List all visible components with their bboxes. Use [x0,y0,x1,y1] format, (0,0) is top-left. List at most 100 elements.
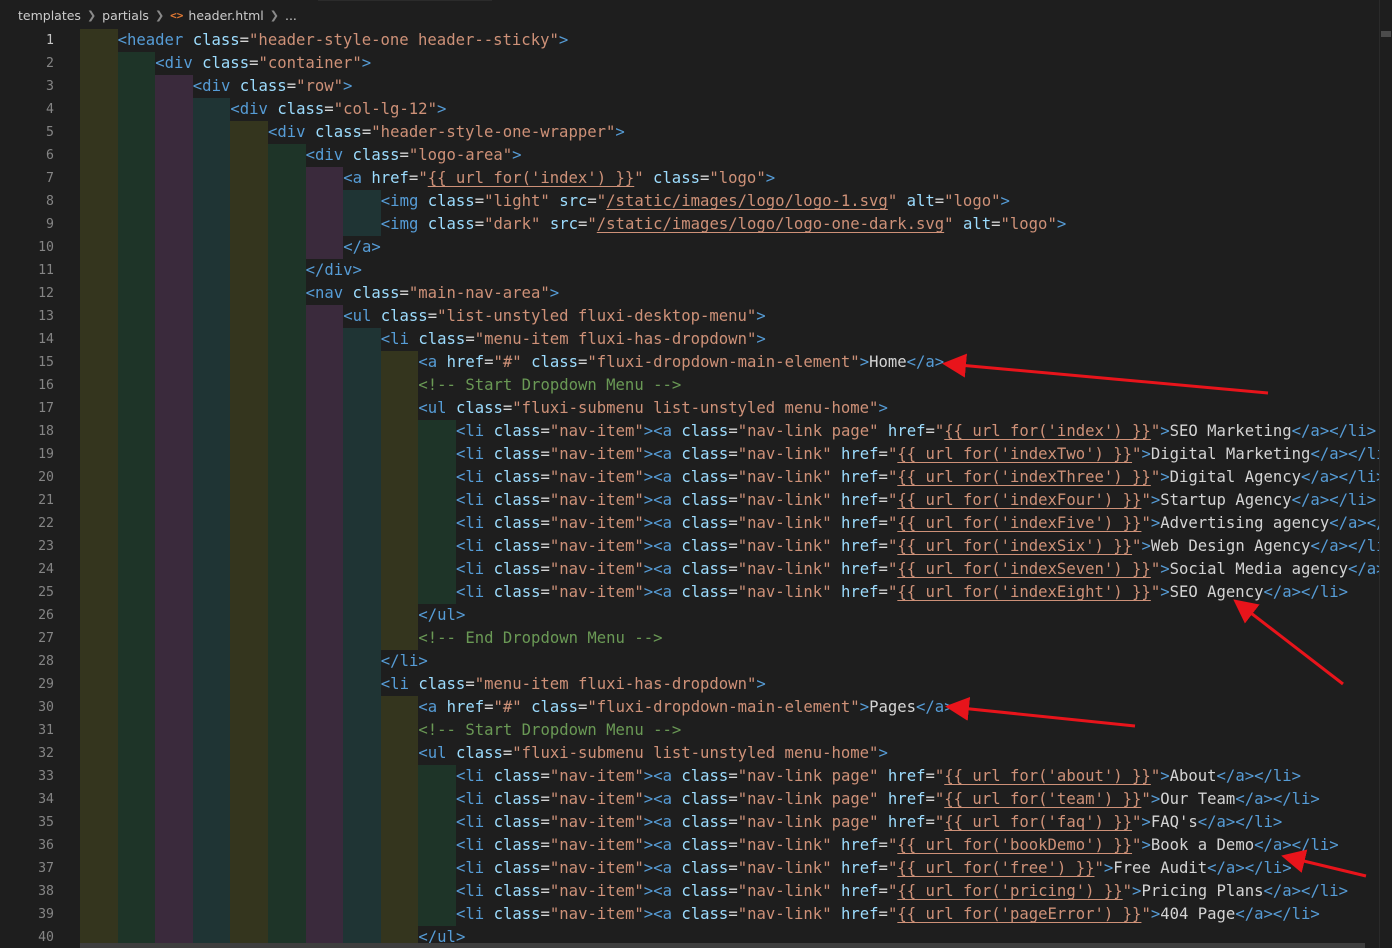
code-token: "nav-link" [737,514,832,532]
code-line[interactable]: <li class="nav-item"><a class="nav-link"… [456,489,1376,512]
code-line[interactable]: <img class="light" src="/static/images/l… [381,190,1010,213]
code-line[interactable]: <li class="nav-item"><a class="nav-link"… [456,558,1380,581]
line-number: 21 [38,493,54,508]
code-token: > [1141,813,1151,831]
code-token: = [399,284,409,302]
horizontal-scrollbar[interactable] [80,943,1365,948]
code-line[interactable]: <a href="{{ url_for('index') }}" class="… [343,167,775,190]
code-token: = [728,422,738,440]
code-line[interactable]: <!-- Start Dropdown Menu --> [418,374,681,397]
breadcrumb-item-templates[interactable]: templates [18,8,81,23]
code-line[interactable]: <div class="row"> [193,75,353,98]
code-line[interactable]: <header class="header-style-one header--… [118,29,569,52]
code-line[interactable]: <li class="nav-item"><a class="nav-link … [456,788,1320,811]
code-token: " [587,215,597,233]
code-line[interactable]: <ul class="fluxi-submenu list-unstyled m… [418,397,887,420]
code-token: <a [653,882,672,900]
code-token: </a></li> [1347,560,1380,578]
code-token: = [578,698,588,716]
code-line[interactable]: <div class="header-style-one-wrapper"> [268,121,625,144]
code-token: class [380,307,428,325]
breadcrumb-item-partials[interactable]: partials [102,8,149,23]
code-line[interactable]: <li class="nav-item"><a class="nav-link … [456,420,1376,443]
code-line[interactable]: <li class="nav-item"><a class="nav-link"… [456,443,1380,466]
code-line[interactable]: </li> [381,650,428,673]
code-token: > [643,836,654,854]
code-token: <div [155,54,193,72]
indent-guide [230,903,268,926]
code-token: > [1160,468,1170,486]
code-line[interactable]: <li class="nav-item"><a class="nav-link … [456,811,1282,834]
indent-guide [418,880,456,903]
breadcrumb-file[interactable]: header.html [188,8,263,23]
code-line[interactable]: <div class="container"> [155,52,371,75]
code-token: </a> [916,698,954,716]
code-line[interactable]: <div class="logo-area"> [306,144,522,167]
indent-guide [418,558,456,581]
code-line[interactable]: <a href="#" class="fluxi-dropdown-main-e… [418,351,944,374]
vertical-scrollbar[interactable] [1379,0,1392,948]
code-token: "logo" [944,192,1001,210]
line-number: 30 [38,700,54,715]
code-line[interactable]: <div class="col-lg-12"> [230,98,446,121]
code-line[interactable]: <!-- Start Dropdown Menu --> [418,719,681,742]
code-token: class [493,859,541,877]
code-line[interactable]: </a> [343,236,381,259]
code-line[interactable]: <li class="nav-item"><a class="nav-link"… [456,581,1348,604]
indent-guide [380,834,419,857]
code-line[interactable]: <li class="nav-item"><a class="nav-link"… [456,857,1292,880]
code-token: class [418,675,466,693]
code-token: " [887,836,898,854]
code-line[interactable]: <nav class="main-nav-area"> [306,282,560,305]
indent-guide [192,213,231,236]
code-line[interactable]: <li class="nav-item"><a class="nav-link"… [456,903,1320,926]
indent-guide [192,489,231,512]
code-line[interactable]: <li class="menu-item fluxi-has-dropdown"… [381,328,766,351]
scrollbar-thumb[interactable] [1381,31,1391,37]
code-line[interactable]: <a href="#" class="fluxi-dropdown-main-e… [418,696,953,719]
code-line[interactable]: </div> [306,259,362,282]
code-token: <a [653,468,672,486]
code-token: = [991,215,1001,233]
code-line[interactable]: <ul class="list-unstyled fluxi-desktop-m… [343,305,766,328]
code-token: src [559,192,588,210]
indent-guide [230,604,268,627]
code-line[interactable]: </ul> [418,604,465,627]
code-line[interactable]: <li class="nav-item"><a class="nav-link"… [456,466,1380,489]
code-line[interactable]: <li class="nav-item"><a class="nav-link"… [456,834,1339,857]
line-number: 29 [38,677,54,692]
breadcrumb-symbol[interactable]: ... [285,8,297,23]
code-line[interactable]: <li class="menu-item fluxi-has-dropdown"… [381,673,766,696]
indent-guide [80,788,118,811]
code-line[interactable]: <li class="nav-item"><a class="nav-link"… [456,880,1348,903]
code-token: <a [653,767,672,785]
code-area[interactable]: <header class="header-style-one header--… [78,29,1380,948]
indent-guide [380,857,419,880]
line-number: 38 [38,884,54,899]
code-token: = [540,560,550,578]
indent-guide [80,98,118,121]
indent-guide [192,558,231,581]
line-number: 3 [46,79,54,94]
code-editor[interactable]: 1 2 3 4 5 6 7 8 9 10 11 12 13 14 15 16 17 18 19 20 21 22 23 24 2… [0,29,1380,948]
indent-guide [192,788,231,811]
indent-guide [117,98,156,121]
code-token: "menu-item fluxi-has-dropdown" [474,675,757,693]
code-line[interactable]: <li class="nav-item"><a class="nav-link"… [456,535,1380,558]
line-number: 27 [38,631,54,646]
code-line[interactable]: <img class="dark" src="/static/images/lo… [381,213,1066,236]
line-number: 25 [38,585,54,600]
code-line[interactable]: <!-- End Dropdown Menu --> [418,627,662,650]
code-line[interactable]: <li class="nav-item"><a class="nav-link"… [456,512,1380,535]
indent-guide [268,466,306,489]
line-number: 23 [38,539,54,554]
code-token: class [455,399,503,417]
code-line[interactable]: <ul class="fluxi-submenu list-unstyled m… [418,742,887,765]
line-number: 2 [46,56,54,71]
code-token: <a [653,859,672,877]
chevron-right-icon: ❯ [86,8,97,22]
code-line[interactable]: <li class="nav-item"><a class="nav-link … [456,765,1301,788]
